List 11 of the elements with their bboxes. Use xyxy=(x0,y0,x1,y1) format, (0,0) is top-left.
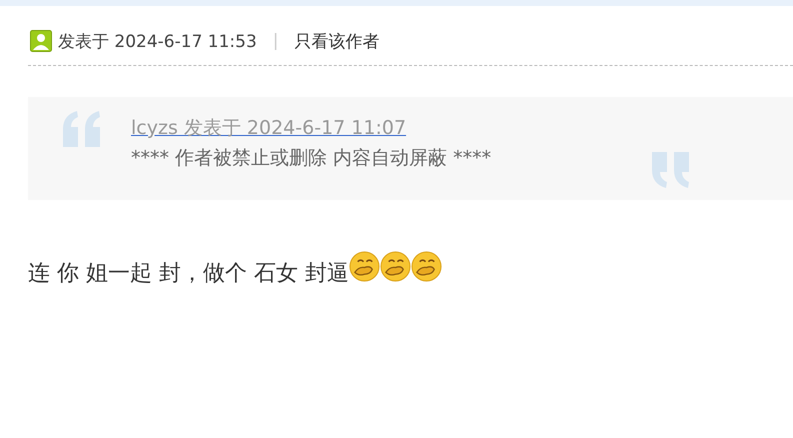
author-only-link[interactable]: 只看该作者 xyxy=(294,30,380,52)
open-quote-icon xyxy=(61,111,103,147)
user-icon xyxy=(30,30,52,52)
giggle-emoji-icon xyxy=(380,250,411,282)
post-text: 连 你 姐一起 封，做个 石女 封逼 xyxy=(28,260,349,288)
separator: | xyxy=(272,31,279,51)
post-time: 发表于 2024-6-17 11:53 xyxy=(58,30,257,52)
giggle-emoji-icon xyxy=(348,250,380,282)
quote-text: **** 作者被禁止或删除 内容自动屏蔽 **** xyxy=(131,146,492,171)
close-quote-icon xyxy=(650,152,692,188)
giggle-emoji-icon xyxy=(410,250,442,282)
